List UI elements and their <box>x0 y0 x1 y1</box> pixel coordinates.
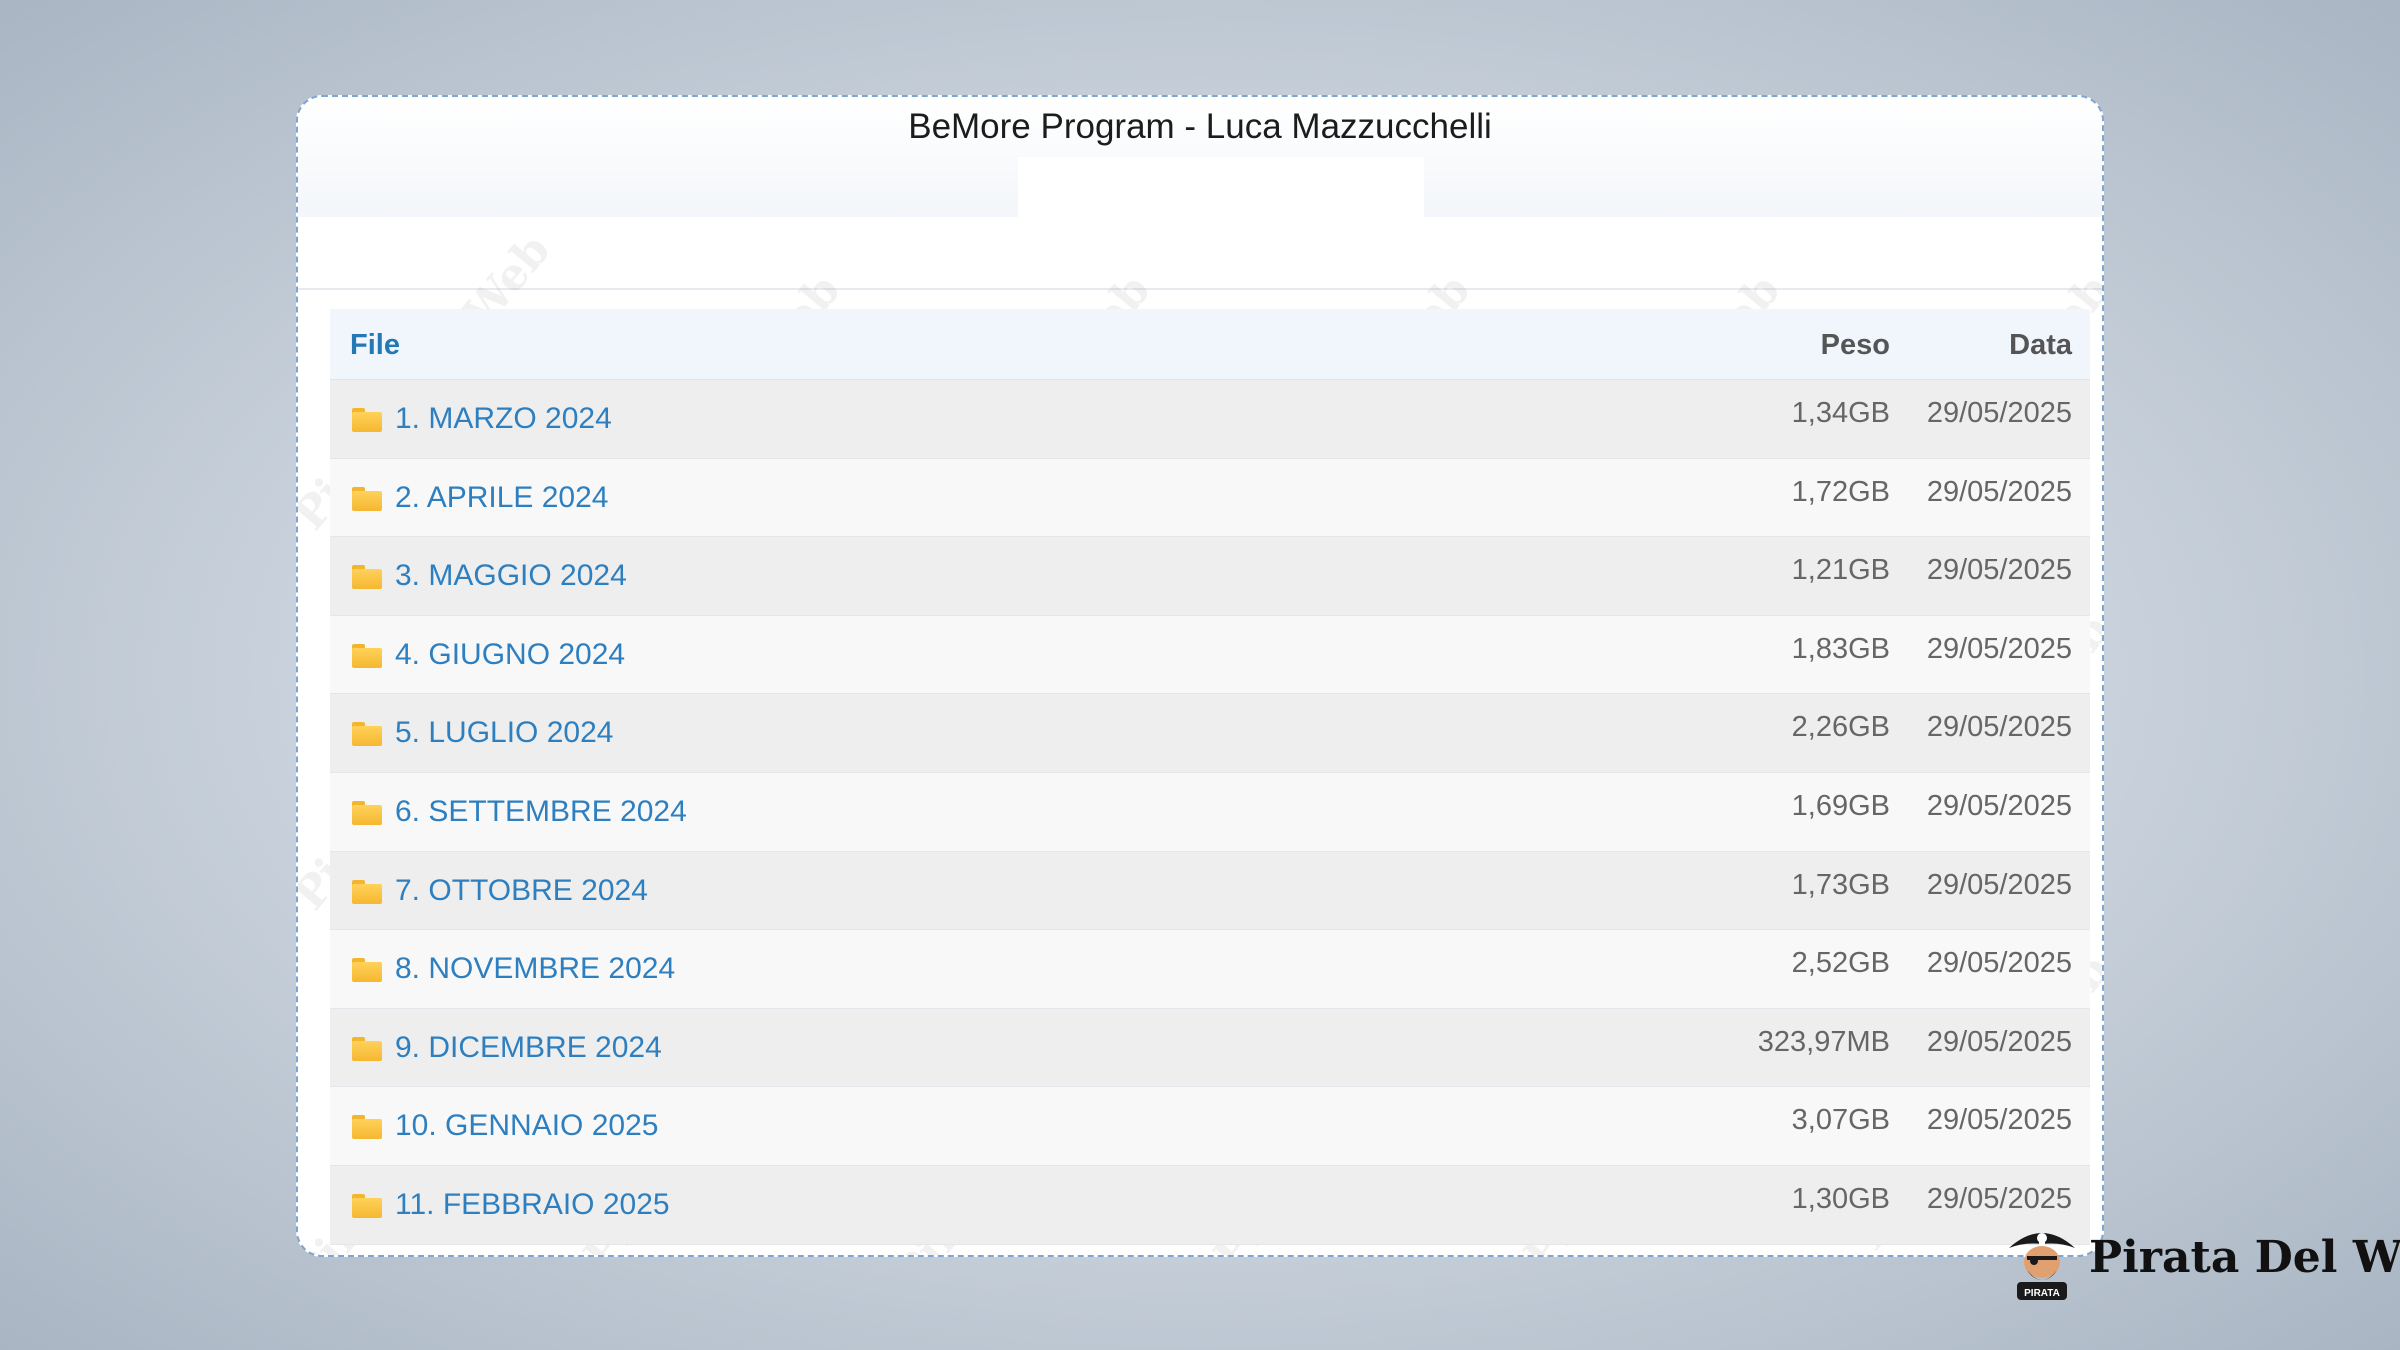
folder-size: 1,72GB <box>1791 475 1890 508</box>
title-bar: BeMore Program - Luca Mazzucchelli <box>298 97 2102 217</box>
column-header-data[interactable]: Data <box>2009 329 2072 362</box>
folder-size: 1,83GB <box>1791 632 1890 665</box>
table-row[interactable]: 11. FEBBRAIO 2025 1,30GB 29/05/2025 <box>330 1165 2090 1245</box>
folder-icon <box>352 800 382 825</box>
table-row[interactable]: 2. APRILE 2024 1,72GB 29/05/2025 <box>330 458 2090 538</box>
folder-name-link[interactable]: 1. MARZO 2024 <box>395 402 612 436</box>
table-row[interactable]: 10. GENNAIO 2025 3,07GB 29/05/2025 <box>330 1087 2090 1166</box>
folder-icon <box>352 1193 382 1218</box>
folder-icon <box>352 486 382 511</box>
folder-date: 29/05/2025 <box>1926 789 2072 822</box>
folder-name-link[interactable]: 11. FEBBRAIO 2025 <box>395 1188 670 1222</box>
column-header-peso[interactable]: Peso <box>1821 329 1890 362</box>
brand-avatar-label: PIRATA <box>2024 1288 2060 1299</box>
folder-icon <box>352 565 382 590</box>
folder-date: 29/05/2025 <box>1926 1182 2072 1215</box>
title-bar-notch <box>1018 157 1424 217</box>
table-row[interactable]: 1. MARZO 2024 1,34GB 29/05/2025 <box>330 380 2090 459</box>
window-title: BeMore Program - Luca Mazzucchelli <box>908 107 1492 146</box>
folder-icon <box>352 722 382 747</box>
folder-size: 3,07GB <box>1791 1104 1890 1137</box>
folder-name-link[interactable]: 7. OTTOBRE 2024 <box>395 874 648 908</box>
table-row[interactable]: 4. GIUGNO 2024 1,83GB 29/05/2025 <box>330 615 2090 695</box>
folder-name-link[interactable]: 5. LUGLIO 2024 <box>395 716 613 750</box>
table-header: File Peso Data <box>330 309 2090 380</box>
folder-size: 1,30GB <box>1791 1182 1890 1215</box>
folder-icon <box>352 1115 382 1140</box>
folder-date: 29/05/2025 <box>1926 1025 2072 1058</box>
file-browser-window: BeMore Program - Luca Mazzucchelli Pirat… <box>296 95 2104 1257</box>
folder-icon <box>352 958 382 983</box>
folder-date: 29/05/2025 <box>1926 947 2072 980</box>
folder-date: 29/05/2025 <box>1926 1104 2072 1137</box>
folder-size: 1,73GB <box>1791 868 1890 901</box>
folder-name-link[interactable]: 10. GENNAIO 2025 <box>395 1109 658 1143</box>
folder-name-link[interactable]: 8. NOVEMBRE 2024 <box>395 952 675 986</box>
table-row[interactable]: 5. LUGLIO 2024 2,26GB 29/05/2025 <box>330 694 2090 773</box>
table-body: 1. MARZO 2024 1,34GB 29/05/2025 2. APRILE 2… <box>330 380 2090 1245</box>
folder-date: 29/05/2025 <box>1926 475 2072 508</box>
folder-date: 29/05/2025 <box>1926 711 2072 744</box>
folder-size: 323,97MB <box>1757 1025 1890 1058</box>
table-row[interactable]: 3. MAGGIO 2024 1,21GB 29/05/2025 <box>330 537 2090 616</box>
table-row[interactable]: 8. NOVEMBRE 2024 2,52GB 29/05/2025 <box>330 930 2090 1009</box>
brand-name: Pirata Del Web <box>2089 1232 2400 1283</box>
table-row[interactable]: 9. DICEMBRE 2024 323,97MB 29/05/2025 <box>330 1008 2090 1088</box>
folder-icon <box>352 879 382 904</box>
file-table: File Peso Data 1. MARZO 2024 1,34GB 29/05/… <box>330 309 2090 1245</box>
folder-name-link[interactable]: 4. GIUGNO 2024 <box>395 638 625 672</box>
folder-size: 1,21GB <box>1791 554 1890 587</box>
pirate-logo-icon: PIRATA <box>2009 1233 2075 1300</box>
brand-logo: PIRATA Pirata Del Web <box>2005 1218 2400 1304</box>
folder-size: 2,52GB <box>1791 947 1890 980</box>
folder-date: 29/05/2025 <box>1926 632 2072 665</box>
folder-size: 2,26GB <box>1791 711 1890 744</box>
column-header-file[interactable]: File <box>350 329 400 362</box>
folder-icon <box>352 408 382 432</box>
header-divider <box>298 288 2102 290</box>
folder-name-link[interactable]: 9. DICEMBRE 2024 <box>395 1031 662 1065</box>
folder-name-link[interactable]: 3. MAGGIO 2024 <box>395 559 627 593</box>
folder-name-link[interactable]: 6. SETTEMBRE 2024 <box>395 795 687 829</box>
folder-date: 29/05/2025 <box>1926 868 2072 901</box>
folder-date: 29/05/2025 <box>1926 397 2072 429</box>
table-row[interactable]: 7. OTTOBRE 2024 1,73GB 29/05/2025 <box>330 851 2090 931</box>
folder-icon <box>352 1036 382 1061</box>
folder-icon <box>352 643 382 668</box>
folder-date: 29/05/2025 <box>1926 554 2072 587</box>
folder-size: 1,34GB <box>1791 397 1890 429</box>
table-row[interactable]: 6. SETTEMBRE 2024 1,69GB 29/05/2025 <box>330 772 2090 852</box>
folder-name-link[interactable]: 2. APRILE 2024 <box>395 481 609 515</box>
folder-size: 1,69GB <box>1791 789 1890 822</box>
